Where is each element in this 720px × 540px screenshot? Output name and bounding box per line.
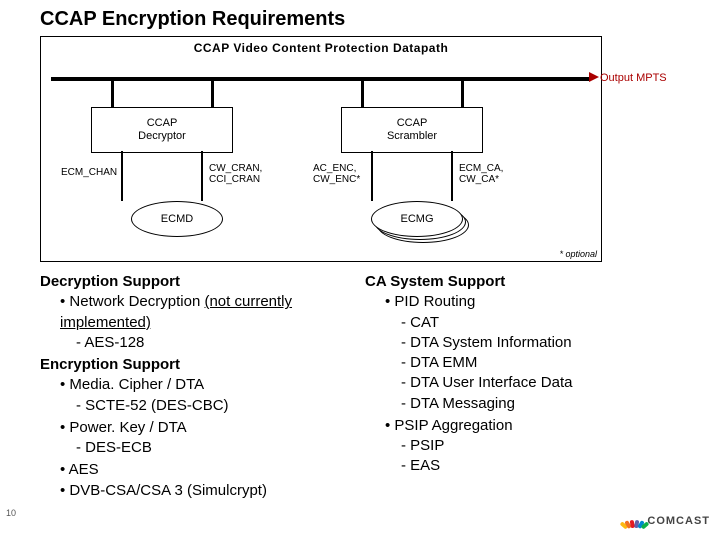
text: Media. Cipher / DTA <box>69 376 204 393</box>
comcast-logo: COMCAST <box>625 512 710 530</box>
list-item: DES-ECB <box>76 438 335 458</box>
output-label: Output MPTS <box>600 72 667 84</box>
scrambler-box: CCAP Scrambler <box>341 107 483 153</box>
list-item: CAT <box>401 313 660 333</box>
list-item: AES <box>60 460 335 480</box>
text: PID Routing <box>394 293 475 310</box>
connector <box>451 151 453 201</box>
connector <box>111 77 114 107</box>
list-item: DVB-CSA/CSA 3 (Simulcrypt) <box>60 481 335 501</box>
list-item: DTA EMM <box>401 353 660 373</box>
list-item: SCTE-52 (DES-CBC) <box>76 396 335 416</box>
list-item: EAS <box>401 456 660 476</box>
output-arrow-icon <box>589 72 599 82</box>
list-item: Network Decryption (not currently implem… <box>60 292 335 353</box>
connector <box>361 77 364 107</box>
list-item: DTA Messaging <box>401 394 660 414</box>
decryptor-box: CCAP Decryptor <box>91 107 233 153</box>
label-ecm-ca: ECM_CA, CW_CA* <box>459 163 503 185</box>
list-item: Power. Key / DTA DES-ECB <box>60 418 335 459</box>
ecmg-ellipse: ECMG <box>371 201 463 237</box>
ecmd-ellipse: ECMD <box>131 201 223 237</box>
right-column: CA System Support PID Routing CAT DTA Sy… <box>365 272 660 503</box>
diagram-header: CCAP Video Content Protection Datapath <box>41 41 601 55</box>
connector <box>201 151 203 201</box>
content-columns: Decryption Support Network Decryption (n… <box>40 272 660 503</box>
connector <box>461 77 464 107</box>
slide: CCAP Encryption Requirements CCAP Video … <box>0 0 720 540</box>
diagram: CCAP Video Content Protection Datapath C… <box>40 36 602 262</box>
right-heading-1: CA System Support <box>365 272 660 292</box>
bus-line <box>51 77 591 81</box>
list-item: Media. Cipher / DTA SCTE-52 (DES-CBC) <box>60 375 335 416</box>
list-item: DTA System Information <box>401 333 660 353</box>
connector <box>121 151 123 201</box>
label-ac-enc: AC_ENC, CW_ENC* <box>313 163 360 185</box>
left-heading-2: Encryption Support <box>40 355 335 375</box>
text: PSIP Aggregation <box>394 417 512 434</box>
page-title: CCAP Encryption Requirements <box>40 8 345 31</box>
list-item: PSIP Aggregation PSIP EAS <box>385 416 660 477</box>
connector <box>211 77 214 107</box>
left-heading-1: Decryption Support <box>40 272 335 292</box>
list-item: DTA User Interface Data <box>401 373 660 393</box>
peacock-icon <box>625 512 643 530</box>
label-ecm-chan: ECM_CHAN <box>61 167 117 178</box>
logo-text: COMCAST <box>647 515 710 527</box>
label-cw-cran: CW_CRAN, CCI_CRAN <box>209 163 262 185</box>
connector <box>371 151 373 201</box>
list-item: AES-128 <box>76 333 335 353</box>
list-item: PSIP <box>401 436 660 456</box>
list-item: PID Routing CAT DTA System Information D… <box>385 292 660 414</box>
page-number: 10 <box>6 508 16 518</box>
diagram-footnote: * optional <box>559 249 597 259</box>
text: Network Decryption <box>69 293 204 310</box>
left-column: Decryption Support Network Decryption (n… <box>40 272 335 503</box>
text: Power. Key / DTA <box>69 419 186 436</box>
